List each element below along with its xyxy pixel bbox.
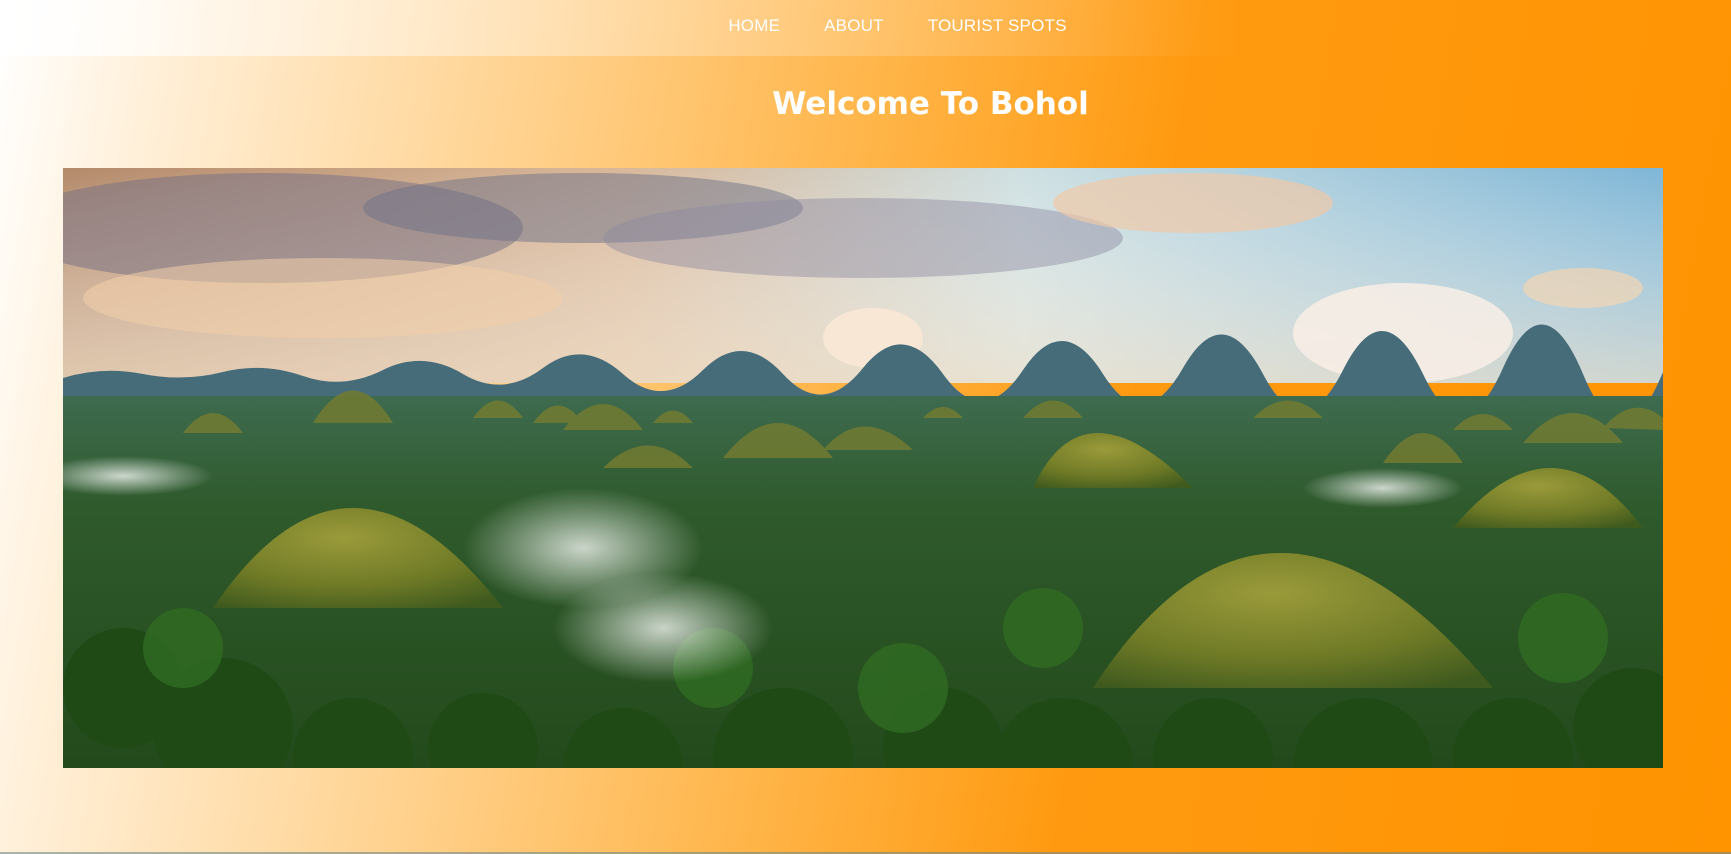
page-title: Welcome To Bohol [772,86,1089,122]
nav-tourist-spots-link[interactable]: TOURIST SPOTS [928,16,1067,36]
hero-image [63,168,1663,768]
main-nav: HOME ABOUT TOURIST SPOTS [0,0,1731,52]
chocolate-hills-landscape-image [63,168,1663,768]
nav-home-link[interactable]: HOME [728,16,780,36]
nav-about-link[interactable]: ABOUT [824,16,884,36]
